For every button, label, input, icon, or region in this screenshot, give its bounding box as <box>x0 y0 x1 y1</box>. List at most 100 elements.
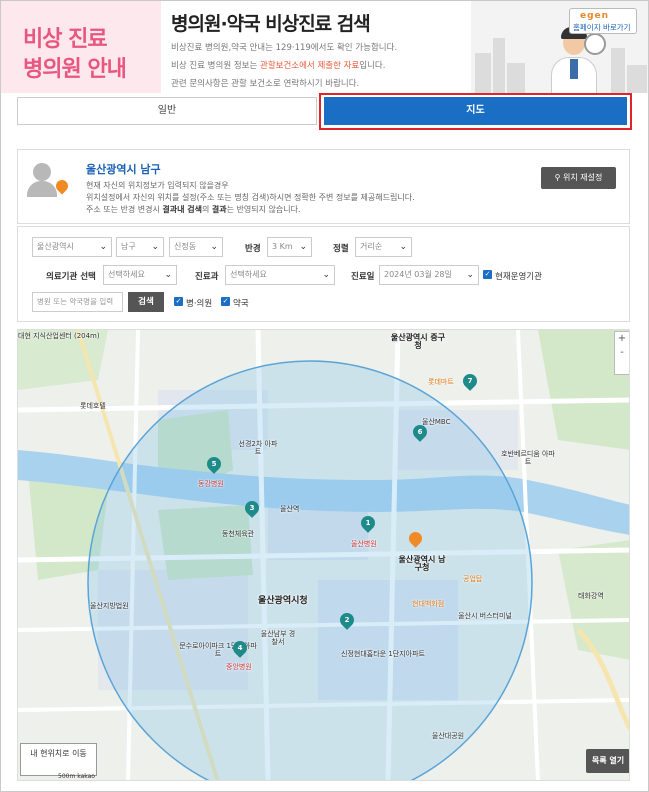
pharmacy-checkbox[interactable]: ✓ <box>221 297 230 306</box>
dong-value: 신정동 <box>174 242 197 251</box>
sort-select[interactable]: 거리순 ⌄ <box>355 237 412 257</box>
reset-location-label: 위치 재설정 <box>563 173 603 182</box>
sort-label: 정렬 <box>333 244 349 254</box>
map-label: 중앙병원 <box>226 663 252 671</box>
homepage-button[interactable]: egen 홈페이지 바로가기 <box>569 8 637 34</box>
city-value: 울산광역시 <box>37 242 74 251</box>
list-open-button[interactable]: 목록 열기 <box>586 749 629 773</box>
chevron-down-icon: ⌄ <box>151 242 159 252</box>
marker-number: 4 <box>237 644 243 652</box>
clock-icon <box>584 33 606 55</box>
building-shape <box>627 65 647 93</box>
map-label: 선경2차 아파트 <box>238 440 278 456</box>
map-label: 울산광역시 남구청 <box>398 555 446 572</box>
map-provider: kakao <box>77 773 95 780</box>
sort-value: 거리순 <box>360 242 383 251</box>
hospital-marker[interactable]: 2 <box>337 610 357 630</box>
banner-left-line2: 병의원 안내 <box>23 57 127 82</box>
marker-number: 2 <box>344 616 350 624</box>
info2-pre: 비상 진료 병의원 정보는 <box>171 61 261 71</box>
map-label: 울산지방법원 <box>90 602 129 610</box>
map-label: 롯데마트 <box>428 378 454 386</box>
district-select[interactable]: 남구 ⌄ <box>116 237 164 257</box>
search-button[interactable]: 검색 <box>128 292 164 312</box>
date-label: 진료일 <box>351 272 375 282</box>
hospital-marker[interactable]: 6 <box>410 422 430 442</box>
chevron-down-icon: ⌄ <box>322 270 330 280</box>
map-label: 동강병원 <box>198 480 224 488</box>
banner-info-2: 비상 진료 병의원 정보는 관할보건소에서 제출한 자료입니다. <box>171 59 385 71</box>
org-value: 선택하세요 <box>108 270 145 279</box>
hospital-marker[interactable]: 1 <box>358 513 378 533</box>
tab-map[interactable]: 지도 <box>324 97 627 125</box>
map-label: 태화강역 <box>578 592 604 600</box>
hospital-checkbox[interactable]: ✓ <box>174 297 183 306</box>
marker-number: 6 <box>417 428 423 436</box>
filter-panel: 울산광역시 ⌄ 남구 ⌄ 신정동 ⌄ 반경 3 Km ⌄ 정렬 거리순 ⌄ 의료기관 선택… <box>17 226 630 322</box>
line3-bold1: 결과내 검색 <box>162 205 203 214</box>
zoom-in-button[interactable]: + <box>615 332 629 346</box>
city-select[interactable]: 울산광역시 ⌄ <box>32 237 112 257</box>
dept-value: 선택하세요 <box>230 270 267 279</box>
location-info-3: 주소 또는 반경 변경시 결과내 검색의 결과는 반영되지 않습니다. <box>86 204 301 215</box>
banner-info-1: 비상진료 병의원,약국 안내는 129·119에서도 확인 가능합니다. <box>171 43 398 53</box>
egen-logo: egen <box>580 11 610 21</box>
open-now-label: 현재운영기관 <box>495 272 542 282</box>
current-location-title: 울산광역시 남구 <box>86 163 161 176</box>
banner-left-line1: 비상 진료 <box>23 27 108 52</box>
map-label: 울산남부 경찰서 <box>260 630 296 646</box>
chevron-down-icon: ⌄ <box>399 242 407 252</box>
doctor-illustration: egen 홈페이지 바로가기 <box>471 1 648 93</box>
line3-mid: 의 <box>202 205 212 214</box>
building-shape <box>507 63 525 93</box>
radius-value: 3 Km <box>272 242 293 251</box>
location-info-2: 위치설정에서 자신의 위치를 설정(주소 또는 명칭 검색)하시면 정확한 주변… <box>86 193 415 202</box>
reset-location-button[interactable]: ⚲ 위치 재설정 <box>541 167 616 189</box>
location-panel: 울산광역시 남구 현재 자신의 위치정보가 입력되지 않을경우 위치설정에서 자… <box>17 149 630 224</box>
dong-select[interactable]: 신정동 ⌄ <box>169 237 223 257</box>
radius-select[interactable]: 3 Km ⌄ <box>267 237 312 257</box>
date-value: 2024년 03월 28일 <box>384 270 452 279</box>
scale-value: 500m <box>58 773 76 780</box>
pin-icon: ⚲ <box>554 173 564 182</box>
banner-info-3: 관련 문의사항은 관할 보건소로 연락하시기 바랍니다. <box>171 79 360 89</box>
chevron-down-icon: ⌄ <box>210 242 218 252</box>
map-label: 동천체육관 <box>221 530 255 538</box>
location-info-1: 현재 자신의 위치정보가 입력되지 않을경우 <box>86 181 229 190</box>
map-label: 울산병원 <box>351 540 377 548</box>
map-label: 롯데호텔 <box>80 402 106 410</box>
chevron-down-icon: ⌄ <box>466 270 474 280</box>
user-avatar-body <box>27 181 57 197</box>
search-input[interactable]: 병원 또는 약국명을 입력 <box>32 292 123 312</box>
search-radius-circle <box>87 360 533 780</box>
tab-normal[interactable]: 일반 <box>17 97 317 125</box>
map-canvas <box>18 330 629 780</box>
dept-select[interactable]: 선택하세요 ⌄ <box>225 265 335 285</box>
homepage-button-label: 홈페이지 바로가기 <box>573 23 631 32</box>
zoom-control: + - <box>614 331 629 375</box>
hospital-marker[interactable]: 7 <box>460 371 480 391</box>
map-view[interactable]: 대현 지식산업센터 (204m) 울산광역시 중구청 롯데호텔 선경2차 아파트… <box>17 329 630 781</box>
hospital-marker[interactable]: 5 <box>204 454 224 474</box>
map-label: 호반베르디움 아파트 <box>501 450 555 466</box>
hospital-marker[interactable]: 4 <box>230 638 250 658</box>
hospital-marker[interactable]: 3 <box>242 498 262 518</box>
map-label: 울산대공원 <box>431 732 465 740</box>
my-location-button[interactable]: 내 현위치로 이동 <box>20 743 97 776</box>
doctor-tie <box>570 59 578 79</box>
header-banner: 비상 진료 병의원 안내 병의원·약국 비상진료 검색 비상진료 병의원,약국 … <box>1 1 648 93</box>
chevron-down-icon: ⌄ <box>164 270 172 280</box>
org-select[interactable]: 선택하세요 ⌄ <box>103 265 177 285</box>
map-label: 대현 지식산업센터 (204m) <box>18 332 100 340</box>
org-label: 의료기관 선택 <box>46 272 96 282</box>
user-avatar-icon <box>33 163 51 181</box>
marker-number: 3 <box>249 504 255 512</box>
date-select[interactable]: 2024년 03월 28일 ⌄ <box>379 265 479 285</box>
pharmacy-label: 약국 <box>233 299 249 309</box>
line3-post: 는 반영되지 않습니다. <box>226 205 301 214</box>
building-shape <box>493 38 505 93</box>
info2-highlight: 관할보건소에서 제출한 자료 <box>260 61 360 71</box>
page-title: 병의원·약국 비상진료 검색 <box>171 13 371 35</box>
zoom-out-button[interactable]: - <box>615 346 629 360</box>
open-now-checkbox[interactable]: ✓ <box>483 270 492 279</box>
